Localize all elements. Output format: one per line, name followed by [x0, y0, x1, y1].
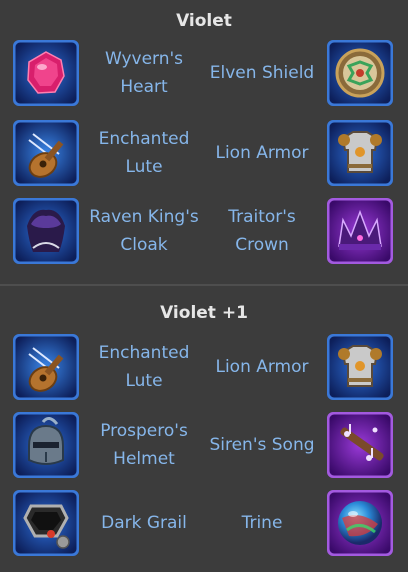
item-row: Enchanted Lute Lion Armor: [0, 118, 408, 188]
item-name: Elven Shield: [209, 63, 315, 83]
dark-grail-icon[interactable]: [13, 490, 79, 556]
sirens-song-icon[interactable]: [327, 412, 393, 478]
item-row: Enchanted Lute Lion Armor: [0, 332, 408, 402]
item-row: Raven King's Cloak Traitor's Crown: [0, 196, 408, 266]
item-name: Dark Grail: [101, 513, 187, 533]
item-name: Prospero's Helmet: [100, 421, 188, 469]
item-name: Trine: [241, 513, 283, 533]
lion-armor-icon[interactable]: [327, 334, 393, 400]
traitors-crown-icon[interactable]: [327, 198, 393, 264]
item-name: Lion Armor: [215, 357, 309, 377]
item-name: Raven King's Cloak: [89, 207, 199, 255]
item-list-panel: Violet Wyvern's Heart Elven Shield Encha…: [0, 0, 408, 572]
section-violet: Violet Wyvern's Heart Elven Shield Encha…: [0, 0, 408, 284]
item-name: Wyvern's Heart: [104, 49, 184, 97]
enchanted-lute-icon[interactable]: [13, 334, 79, 400]
item-name: Enchanted Lute: [98, 343, 190, 391]
section-violet-plus-1: Violet +1 Enchanted Lute Lion Armor Pros…: [0, 286, 408, 572]
enchanted-lute-icon[interactable]: [13, 120, 79, 186]
raven-kings-cloak-icon[interactable]: [13, 198, 79, 264]
prosperos-helmet-icon[interactable]: [13, 412, 79, 478]
section-title: Violet: [176, 11, 232, 31]
item-name: Traitor's Crown: [228, 207, 296, 255]
item-row: Wyvern's Heart Elven Shield: [0, 38, 408, 108]
elven-shield-icon[interactable]: [327, 40, 393, 106]
item-name: Lion Armor: [215, 143, 309, 163]
item-name: Siren's Song: [209, 435, 315, 455]
item-row: Dark Grail Trine: [0, 488, 408, 558]
lion-armor-icon[interactable]: [327, 120, 393, 186]
wyverns-heart-icon[interactable]: [13, 40, 79, 106]
trine-icon[interactable]: [327, 490, 393, 556]
section-title: Violet +1: [160, 303, 248, 323]
item-row: Prospero's Helmet Siren's Song: [0, 410, 408, 480]
item-name: Enchanted Lute: [98, 129, 190, 177]
